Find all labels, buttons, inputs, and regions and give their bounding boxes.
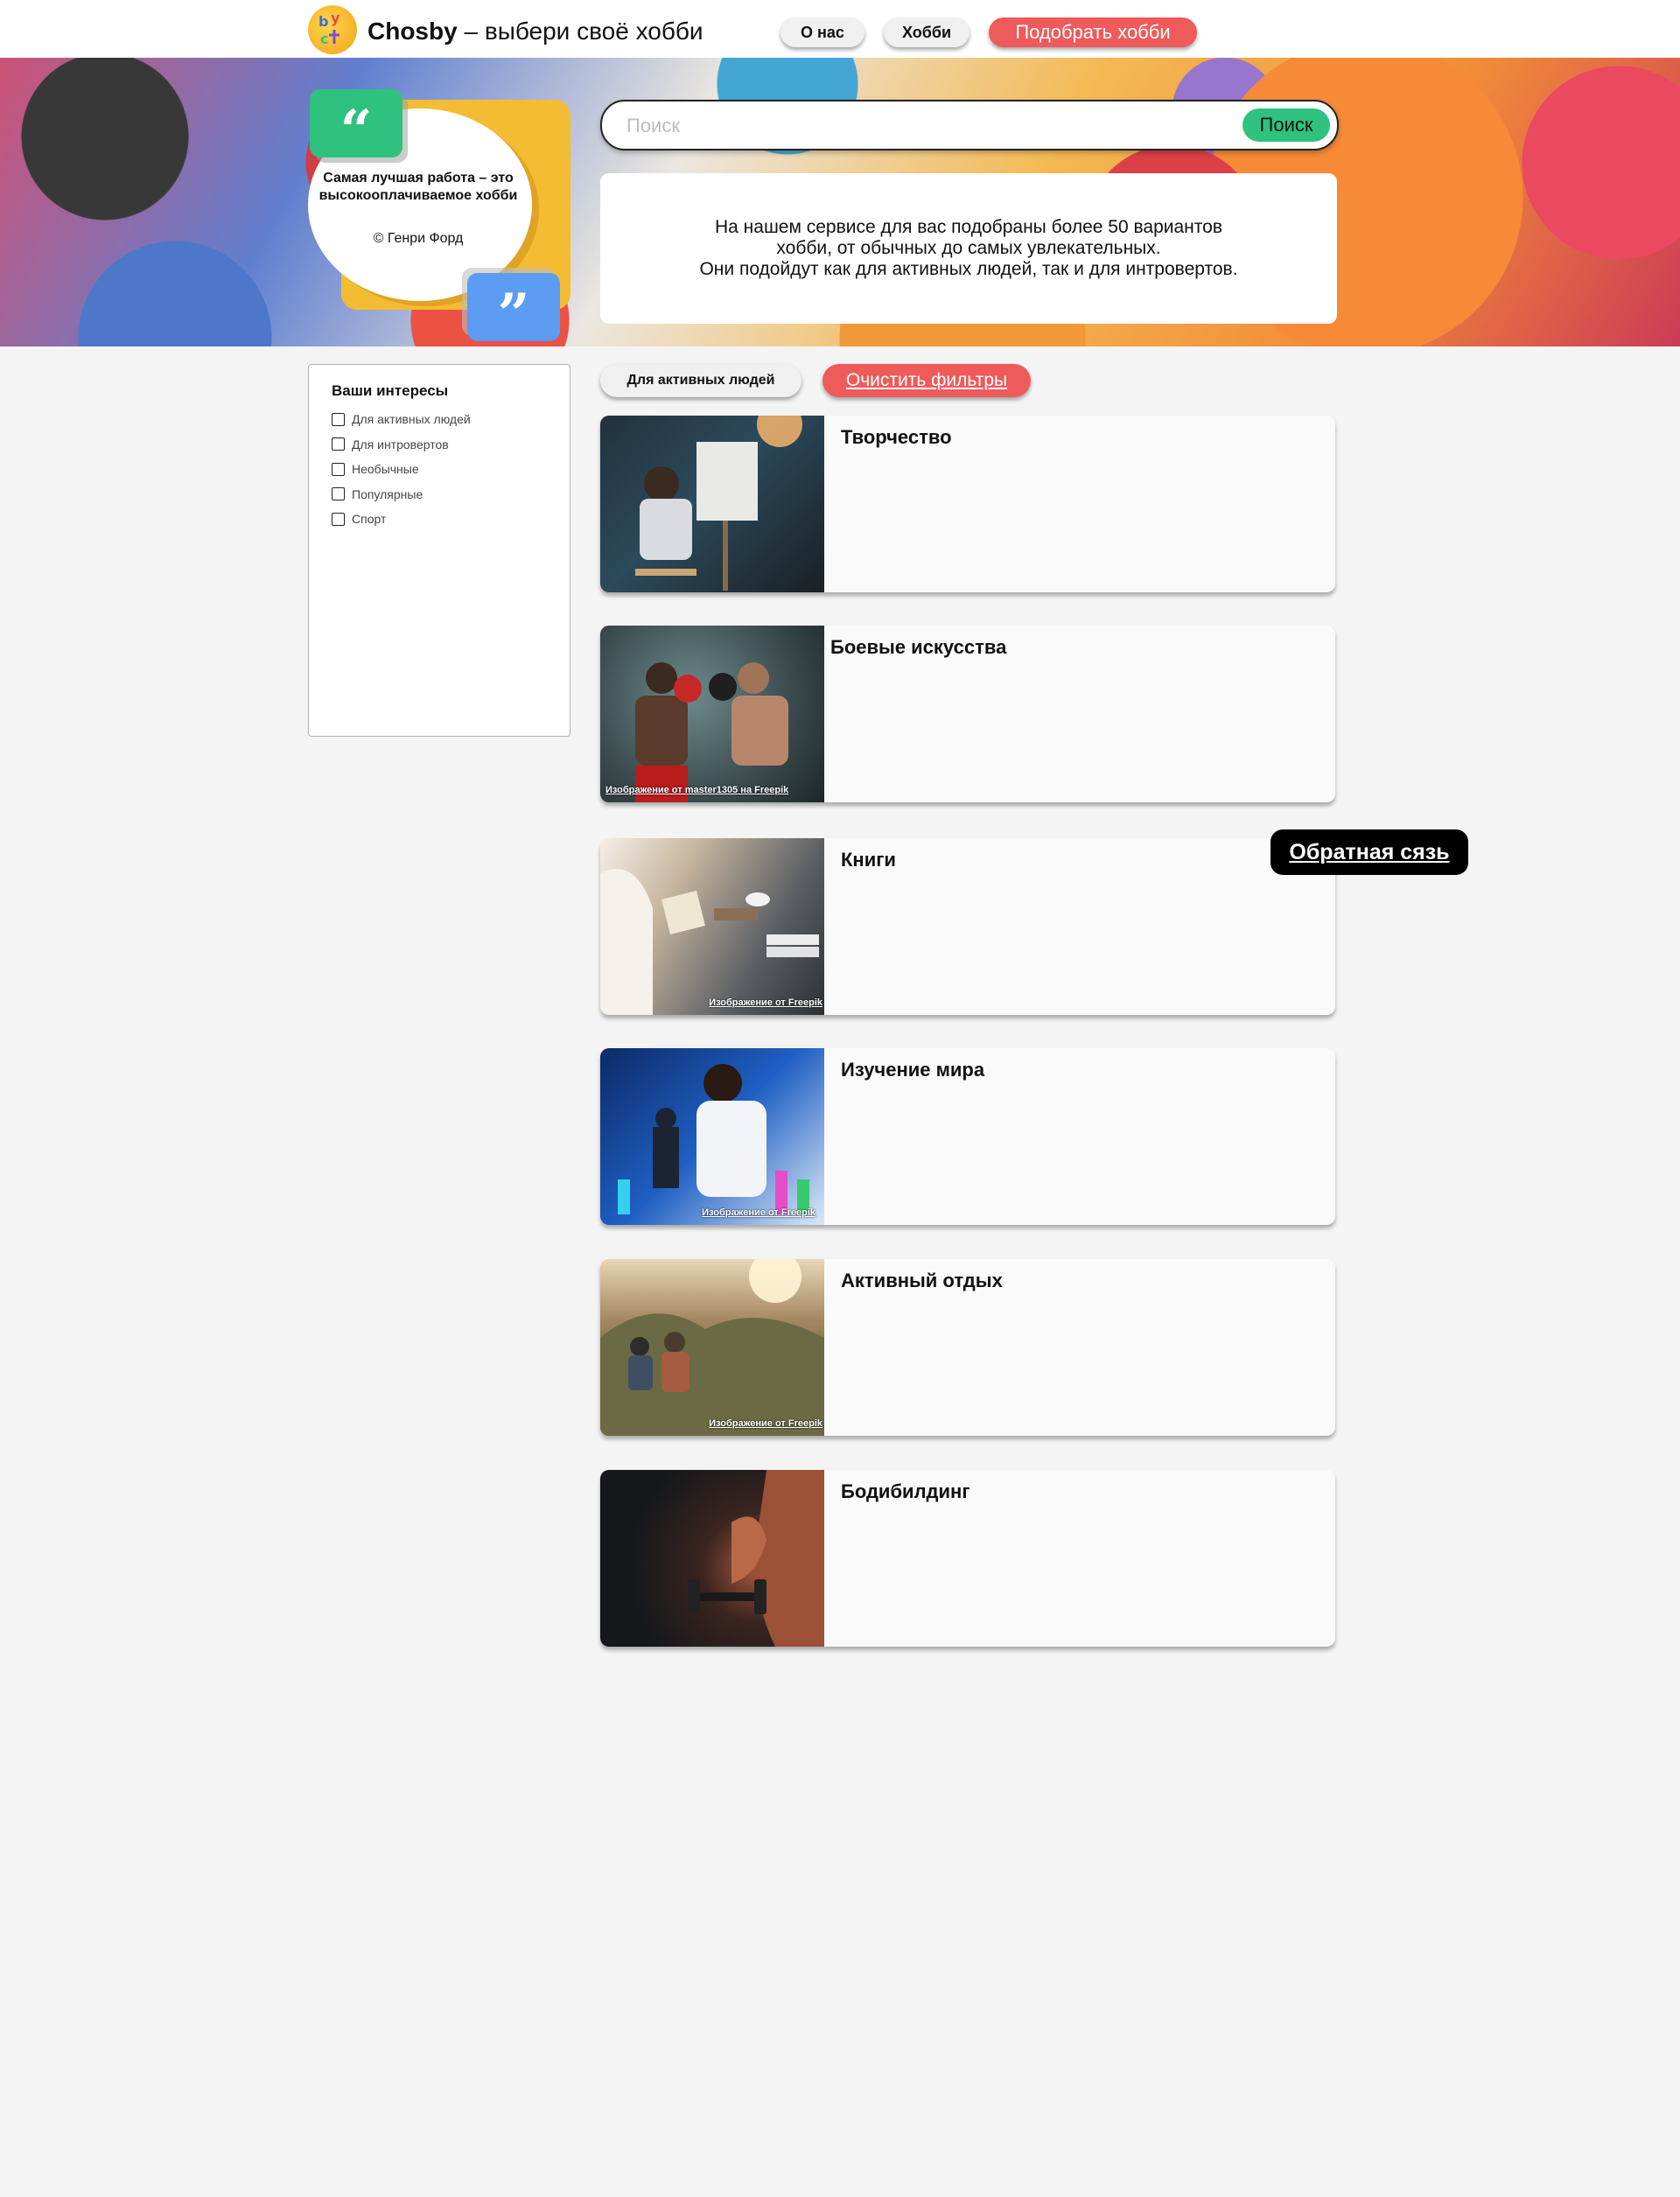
search-bar: Поиск <box>600 100 1339 150</box>
card-title: Боевые искусства <box>830 636 1007 658</box>
filter-active-people[interactable]: Для активных людей <box>332 407 471 432</box>
svg-text:c: c <box>320 31 328 47</box>
card-title: Изучение мира <box>841 1059 985 1081</box>
image-credit-link[interactable]: Изображение от master1305 на Freepik <box>606 785 788 795</box>
quote-author: © Генри Форд <box>373 231 464 246</box>
intro-panel: На нашем сервисе для вас подобраны более… <box>600 173 1337 324</box>
checkbox[interactable] <box>332 437 345 451</box>
card-image: Изображение от Freepik <box>600 1048 824 1225</box>
checkbox[interactable] <box>332 412 345 426</box>
svg-text:y: y <box>331 10 340 26</box>
filter-label: Для интровертов <box>352 437 449 451</box>
brand-tagline: – выбери своё хобби <box>457 17 704 45</box>
filter-sport[interactable]: Спорт <box>332 507 471 532</box>
hobby-card-bodybuilding[interactable]: Бодибилдинг <box>600 1470 1335 1647</box>
clear-filters-button[interactable]: Очистить фильтры <box>822 364 1031 397</box>
card-title: Бодибилдинг <box>841 1480 970 1502</box>
hobby-card-world-study[interactable]: Изображение от Freepik Изучение мира <box>600 1048 1335 1225</box>
filter-introverts[interactable]: Для интровертов <box>332 432 471 458</box>
card-image: Изображение от master1305 на Freepik <box>600 626 824 802</box>
filter-popular[interactable]: Популярные <box>332 482 471 507</box>
filter-label: Необычные <box>352 462 419 477</box>
close-quote-icon: ” <box>467 273 560 347</box>
card-image <box>600 1470 824 1647</box>
search-button[interactable]: Поиск <box>1242 108 1330 142</box>
filter-label: Для активных людей <box>352 412 471 427</box>
hobby-card-creativity[interactable]: Творчество <box>600 416 1335 592</box>
image-credit-link[interactable]: Изображение от Freepik <box>709 1418 822 1429</box>
intro-line: Они подойдут как для активных людей, так… <box>699 259 1238 279</box>
site-title: Chosby – выбери своё хобби <box>368 17 704 45</box>
filter-label: Популярные <box>352 486 424 501</box>
svg-text:b: b <box>318 13 328 30</box>
hobby-card-books[interactable]: Изображение от Freepik Книги <box>600 838 1335 1015</box>
filter-label: Спорт <box>352 512 387 527</box>
search-input[interactable] <box>625 110 1223 142</box>
open-quote-icon: “ <box>310 89 402 164</box>
nav-about-button[interactable]: О нас <box>780 17 864 47</box>
filter-list: Для активных людей Для интровертов Необы… <box>332 407 471 532</box>
card-image <box>600 416 824 592</box>
logo-icon[interactable]: b y c <box>308 5 357 54</box>
quote-text: Самая лучшая работа – это высокооплачива… <box>318 171 518 203</box>
brand-name: Chosby <box>368 17 458 45</box>
card-title: Творчество <box>841 426 952 448</box>
nav-hobbies-button[interactable]: Хобби <box>884 17 970 47</box>
card-title: Активный отдых <box>841 1270 1003 1291</box>
feedback-button[interactable]: Обратная сязь <box>1270 829 1468 875</box>
checkbox[interactable] <box>332 487 345 501</box>
active-filter-chip[interactable]: Для активных людей <box>600 364 802 397</box>
hobby-card-martial-arts[interactable]: Изображение от master1305 на Freepik Бое… <box>600 626 1335 802</box>
card-image: Изображение от Freepik <box>600 838 824 1015</box>
intro-line: На нашем сервисе для вас подобраны более… <box>715 217 1222 237</box>
filter-unusual[interactable]: Необычные <box>332 457 471 482</box>
interests-sidebar: Ваши интересы Для активных людей Для инт… <box>308 364 570 737</box>
sidebar-title: Ваши интересы <box>332 382 449 399</box>
hobby-card-outdoor[interactable]: Изображение от Freepik Активный отдых <box>600 1259 1335 1436</box>
checkbox[interactable] <box>332 512 345 526</box>
intro-line: хобби, от обычных до самых увлекательных… <box>776 238 1161 258</box>
image-credit-link[interactable]: Изображение от Freepik <box>709 997 822 1008</box>
image-credit-link[interactable]: Изображение от Freepik <box>702 1207 816 1218</box>
pick-hobby-button[interactable]: Подобрать хобби <box>989 17 1197 47</box>
checkbox[interactable] <box>332 462 345 476</box>
top-bar: b y c Chosby – выбери своё хобби О нас Х… <box>0 0 1680 58</box>
card-title: Книги <box>841 849 896 871</box>
card-image: Изображение от Freepik <box>600 1259 824 1436</box>
